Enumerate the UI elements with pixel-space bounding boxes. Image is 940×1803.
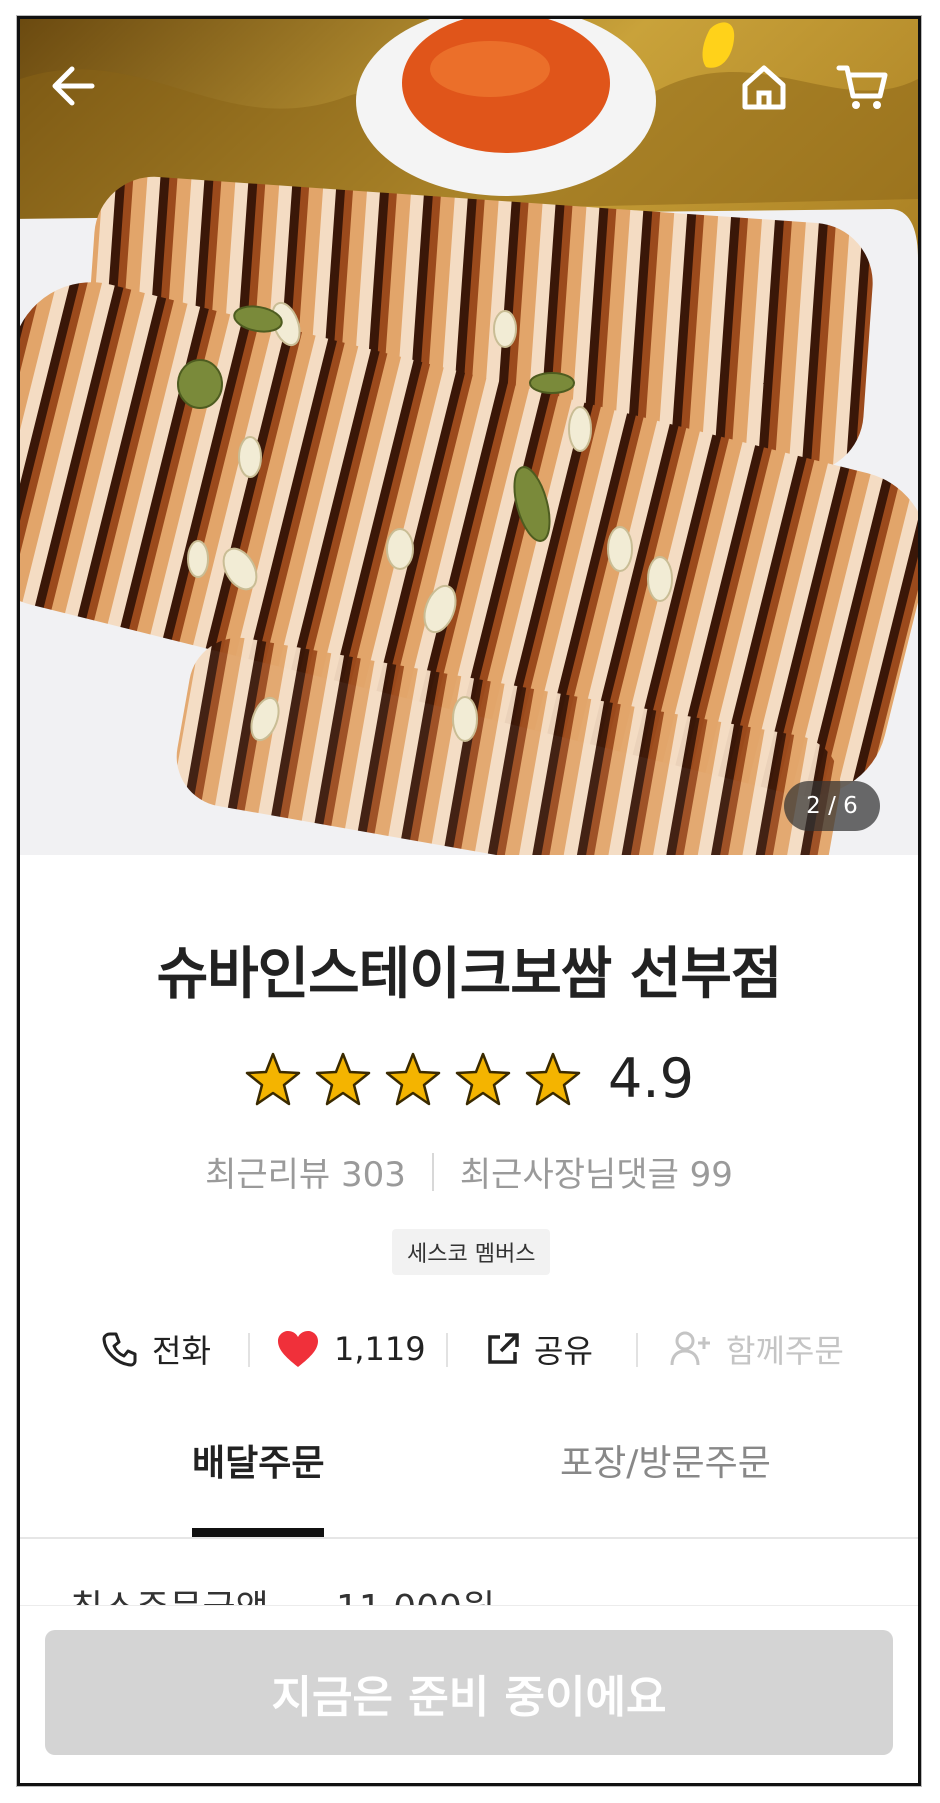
divider — [636, 1333, 638, 1367]
share-button[interactable]: 공유 — [486, 1319, 593, 1379]
cart-icon — [836, 65, 888, 109]
active-tab-indicator — [192, 1528, 325, 1537]
star-icon — [455, 1052, 511, 1105]
order-button[interactable]: 지금은 준비 중이에요 — [45, 1630, 893, 1755]
rating-value: 4.9 — [608, 1047, 694, 1110]
star-icon — [315, 1052, 371, 1105]
store-rating: 4.9 — [20, 1047, 918, 1110]
tab-delivery[interactable]: 배달주문 — [192, 1434, 325, 1537]
add-user-icon — [670, 1331, 710, 1366]
tab-pickup-label: 포장/방문주문 — [560, 1443, 771, 1484]
bottom-bar: 지금은 준비 중이에요 — [20, 1605, 918, 1783]
store-photo[interactable]: 2 / 6 — [20, 19, 918, 855]
group-order-label: 함께주문 — [726, 1332, 844, 1370]
call-label: 전화 — [152, 1332, 211, 1370]
pork-belly-photo — [20, 19, 918, 855]
like-button[interactable]: 1,119 — [276, 1319, 426, 1379]
like-count: 1,119 — [334, 1330, 426, 1368]
home-button[interactable] — [740, 63, 810, 133]
phone-icon — [102, 1332, 137, 1367]
app-screen: 2 / 6 슈바인스테이크보쌈 선부점 4.9 최근리뷰 303 최근사장님댓글… — [17, 16, 921, 1786]
owner-comments-link[interactable]: 최근사장님댓글 99 — [460, 1147, 733, 1196]
call-button[interactable]: 전화 — [102, 1319, 211, 1379]
back-button[interactable] — [50, 63, 120, 133]
divider — [431, 1152, 434, 1191]
star-icon — [525, 1052, 581, 1105]
share-icon — [488, 1333, 519, 1364]
photo-counter: 2 / 6 — [784, 781, 880, 831]
home-icon — [742, 65, 786, 110]
cart-button[interactable] — [836, 63, 906, 133]
tab-pickup[interactable]: 포장/방문주문 — [560, 1434, 771, 1537]
tab-delivery-label: 배달주문 — [192, 1443, 325, 1484]
divider — [446, 1333, 448, 1367]
recent-reviews-link[interactable]: 최근리뷰 303 — [205, 1147, 406, 1196]
order-type-tabs: 배달주문 포장/방문주문 — [20, 1434, 918, 1539]
review-stats: 최근리뷰 303 최근사장님댓글 99 — [20, 1147, 918, 1196]
divider — [248, 1333, 250, 1367]
store-name: 슈바인스테이크보쌈 선부점 — [156, 942, 783, 1007]
star-rating — [244, 1051, 582, 1107]
action-row: 전화 1,119 공유 함께주문 — [20, 1319, 918, 1379]
group-order-button[interactable]: 함께주문 — [670, 1319, 844, 1379]
arrow-left-icon — [52, 66, 95, 106]
star-icon — [245, 1052, 301, 1105]
cesco-badge: 세스코 멤버스 — [392, 1229, 551, 1275]
star-icon — [385, 1052, 441, 1105]
heart-icon — [278, 1331, 318, 1367]
share-label: 공유 — [534, 1332, 593, 1370]
